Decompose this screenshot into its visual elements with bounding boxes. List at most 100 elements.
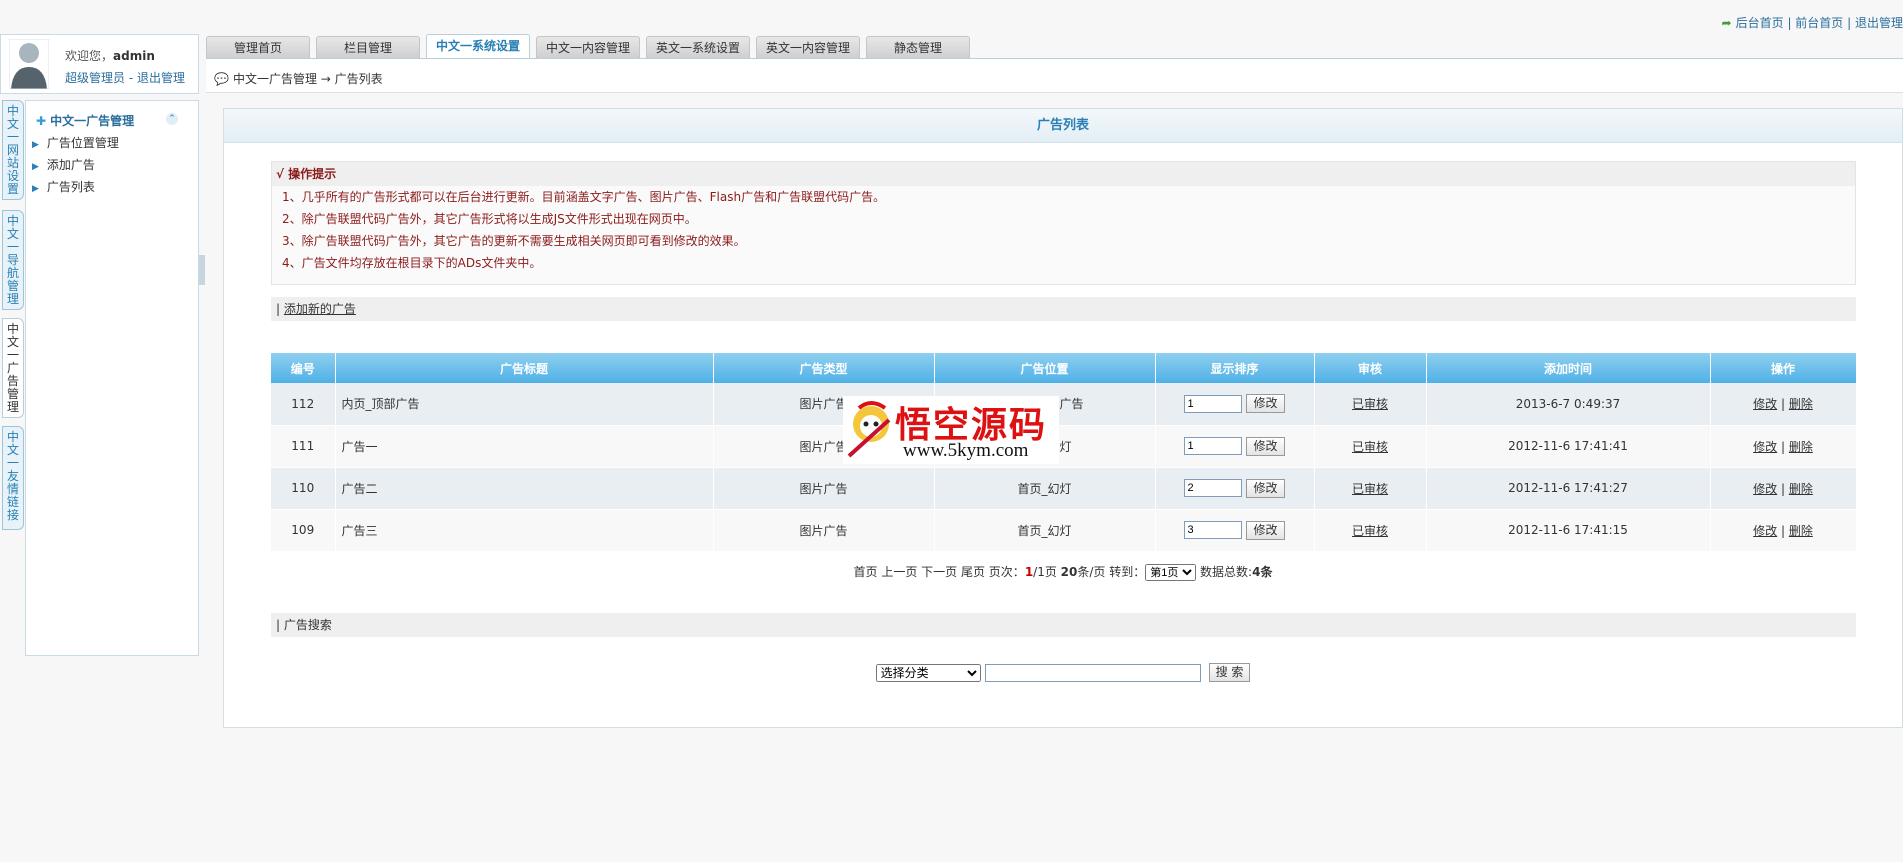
breadcrumb-bar: 💬 中文一广告管理 → 广告列表 (206, 59, 1903, 93)
cell-time: 2013-6-7 0:49:37 (1426, 383, 1711, 426)
add-new-ad-link[interactable]: 添加新的广告 (284, 302, 356, 316)
table-row: 109 广告三 图片广告 首页_幻灯 修改 已审核 2012-11-6 17:4… (271, 509, 1857, 552)
save-order-button[interactable]: 修改 (1246, 520, 1285, 540)
status-link[interactable]: 已审核 (1352, 397, 1388, 411)
link-admin-home[interactable]: 后台首页 (1736, 16, 1784, 30)
cell-position: 首页_幻灯 (934, 509, 1156, 552)
logout-link[interactable]: 退出管理 (137, 71, 185, 85)
collapse-icon[interactable]: ⌃ (166, 113, 178, 125)
pager-current: 1 (1024, 565, 1034, 579)
cell-order: 修改 (1155, 467, 1315, 510)
pager-nav[interactable]: 首页 上一页 下一页 尾页 页次： (854, 565, 1025, 579)
triangle-right-icon: ▶ (32, 140, 39, 150)
search-row: 选择分类 搜 索 (224, 663, 1902, 682)
edit-link[interactable]: 修改 (1753, 524, 1777, 538)
cell-status: 已审核 (1314, 425, 1427, 468)
cell-title: 广告一 (335, 425, 714, 468)
col-status: 审核 (1314, 353, 1427, 383)
pager-count: 4条 (1252, 565, 1273, 579)
tab-static[interactable]: 静态管理 (866, 36, 970, 58)
cell-actions: 修改 | 删除 (1710, 425, 1857, 468)
cell-id: 109 (271, 509, 336, 552)
order-input[interactable] (1184, 479, 1243, 497)
edit-link[interactable]: 修改 (1753, 397, 1777, 411)
tip-line: 3、除广告联盟代码广告外，其它广告的更新不需要生成相关网页即可看到修改的效果。 (282, 234, 746, 248)
welcome-text: 欢迎您，admin (65, 49, 155, 63)
avatar (9, 39, 49, 89)
col-id: 编号 (271, 353, 336, 383)
delete-link[interactable]: 删除 (1789, 440, 1813, 454)
search-bar: | 广告搜索 (271, 613, 1856, 637)
delete-link[interactable]: 删除 (1789, 524, 1813, 538)
table-header-row: 编号 广告标题 广告类型 广告位置 显示排序 审核 添加时间 操作 (271, 353, 1857, 383)
user-role: 超级管理员 - 退出管理 (65, 71, 185, 85)
cell-actions: 修改 | 删除 (1710, 383, 1857, 426)
order-input[interactable] (1184, 437, 1243, 455)
category-select[interactable]: 选择分类 (875, 663, 981, 682)
tab-cn-content[interactable]: 中文一内容管理 (536, 36, 640, 58)
sidebar-item-ad-position[interactable]: ▶ 广告位置管理 (32, 134, 119, 151)
save-order-button[interactable]: 修改 (1246, 436, 1285, 456)
order-input[interactable] (1184, 394, 1243, 413)
cell-order: 修改 (1155, 425, 1315, 468)
cell-order: 修改 (1155, 383, 1315, 426)
pager: 首页 上一页 下一页 尾页 页次：1/1页 20条/页 转到： 第1页 数据总数:… (224, 563, 1902, 581)
cell-position: 首页_幻灯 (934, 467, 1156, 510)
sidebar-item-add-ad[interactable]: ▶ 添加广告 (32, 156, 95, 173)
sidebar-item-ad-list[interactable]: ▶ 广告列表 (32, 178, 95, 195)
tab-cn-system[interactable]: 中文一系统设置 (426, 34, 530, 58)
edit-link[interactable]: 修改 (1753, 440, 1777, 454)
edit-link[interactable]: 修改 (1753, 482, 1777, 496)
cell-actions: 修改 | 删除 (1710, 509, 1857, 552)
ads-table: 编号 广告标题 广告类型 广告位置 显示排序 审核 添加时间 操作 112 内页… (271, 353, 1857, 552)
cell-title: 内页_顶部广告 (335, 383, 714, 426)
vtab-nav-management[interactable]: 中文一导航管理 (2, 210, 24, 310)
triangle-right-icon: ▶ (32, 162, 39, 172)
sidebar-toggle-handle[interactable] (199, 255, 205, 285)
col-title: 广告标题 (335, 353, 714, 383)
pager-goto-select[interactable]: 第1页 (1145, 564, 1197, 581)
table-row: 111 广告一 图片广告 首页_幻灯 修改 已审核 2012-11-6 17:4… (271, 425, 1857, 468)
status-link[interactable]: 已审核 (1352, 524, 1388, 538)
breadcrumb: 💬 中文一广告管理 → 广告列表 (214, 72, 383, 86)
status-link[interactable]: 已审核 (1352, 482, 1388, 496)
cell-time: 2012-11-6 17:41:15 (1426, 509, 1711, 552)
main-panel: 广告列表 √ 操作提示 1、几乎所有的广告形式都可以在后台进行更新。目前涵盖文字… (223, 108, 1903, 728)
tab-en-content[interactable]: 英文一内容管理 (756, 36, 860, 58)
cell-id: 112 (271, 383, 336, 426)
cell-title: 广告二 (335, 467, 714, 510)
col-type: 广告类型 (713, 353, 935, 383)
tab-en-system[interactable]: 英文一系统设置 (646, 36, 750, 58)
user-box: 欢迎您，admin 超级管理员 - 退出管理 (0, 34, 199, 94)
tips-title: √ 操作提示 (272, 162, 1855, 186)
tip-line: 1、几乎所有的广告形式都可以在后台进行更新。目前涵盖文字广告、图片广告、Flas… (282, 190, 886, 204)
delete-link[interactable]: 删除 (1789, 482, 1813, 496)
save-order-button[interactable]: 修改 (1246, 478, 1285, 498)
search-input[interactable] (984, 663, 1201, 682)
table-row: 112 内页_顶部广告 图片广告 内页_顶部广告 修改 已审核 2013-6-7… (271, 383, 1857, 426)
plus-icon: ✚ (36, 114, 47, 128)
cell-order: 修改 (1155, 509, 1315, 552)
tab-column[interactable]: 栏目管理 (316, 36, 420, 58)
add-bar: | 添加新的广告 (271, 297, 1856, 321)
col-actions: 操作 (1710, 353, 1857, 383)
sidebar-heading[interactable]: ✚ 中文一广告管理 (36, 112, 134, 129)
link-front-home[interactable]: 前台首页 (1795, 16, 1843, 30)
cell-type: 图片广告 (713, 467, 935, 510)
cell-status: 已审核 (1314, 383, 1427, 426)
vtab-site-settings[interactable]: 中文一网站设置 (2, 100, 24, 200)
arrow-icon: ➦ (1721, 16, 1732, 30)
status-link[interactable]: 已审核 (1352, 440, 1388, 454)
user-name: admin (113, 49, 155, 63)
search-button[interactable]: 搜 索 (1208, 663, 1251, 682)
vtab-ad-management[interactable]: 中文一广告管理 (2, 318, 24, 418)
delete-link[interactable]: 删除 (1789, 397, 1813, 411)
order-input[interactable] (1184, 521, 1243, 539)
save-order-button[interactable]: 修改 (1246, 394, 1285, 414)
sidebar: ✚ 中文一广告管理 ⌃ ▶ 广告位置管理 ▶ 添加广告 ▶ 广告列表 (25, 100, 199, 656)
vtab-friend-links[interactable]: 中文一友情链接 (2, 426, 24, 530)
watermark: 悟空源码 www.5kym.com (843, 396, 1059, 464)
tab-home[interactable]: 管理首页 (206, 36, 310, 58)
link-logout[interactable]: 退出管理 (1855, 16, 1903, 30)
table-row: 110 广告二 图片广告 首页_幻灯 修改 已审核 2012-11-6 17:4… (271, 467, 1857, 510)
